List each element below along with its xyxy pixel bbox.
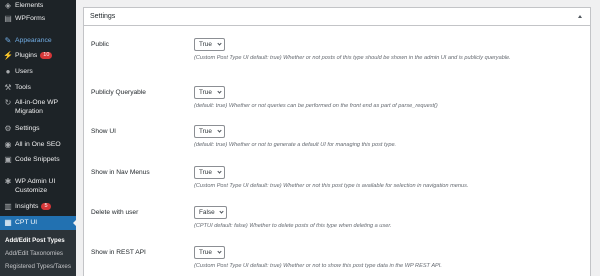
- sidebar-item-plugins[interactable]: ⚡ Plugins 10: [0, 51, 76, 61]
- collapse-arrow-icon[interactable]: [578, 15, 582, 18]
- chevron-down-icon: [217, 169, 222, 174]
- settings-icon: ⚙: [4, 124, 12, 133]
- sidebar-item-label: Tools: [15, 84, 31, 91]
- setting-description-show-in-rest-api: (Custom Post Type UI default: true) Whet…: [194, 263, 442, 269]
- sidebar-item-appearance[interactable]: ✎ Appearance: [0, 36, 76, 46]
- user-icon: ●: [5, 67, 11, 76]
- chevron-down-icon: [219, 209, 224, 214]
- setting-label-show-in-rest-api: Show in REST API: [91, 249, 146, 256]
- seo-icon: ◉: [4, 140, 12, 149]
- submenu-add-edit-taxonomies[interactable]: Add/Edit Taxonomies: [5, 250, 63, 257]
- cptui-submenu: Add/Edit Post Types Add/Edit Taxonomies …: [0, 230, 76, 276]
- setting-label-show-in-nav-menus: Show in Nav Menus: [91, 169, 150, 176]
- settings-panel: Settings Public True (Custom Post Type U…: [83, 7, 591, 276]
- insights-icon: ▥: [4, 202, 12, 211]
- sidebar-item-settings[interactable]: ⚙ Settings: [0, 124, 76, 134]
- chevron-down-icon: [217, 249, 222, 254]
- sidebar-item-label: Plugins: [15, 52, 38, 59]
- sidebar-item-elements[interactable]: ◈ Elements: [0, 1, 76, 11]
- setting-label-delete-with-user: Delete with user: [91, 209, 139, 216]
- select-value: True: [199, 249, 212, 256]
- setting-description-delete-with-user: (CPTUI default: false) Whether to delete…: [194, 223, 392, 229]
- admin-sidebar: ◈ Elements ▤ WPForms ✎ Appearance ⚡ Plug…: [0, 0, 76, 276]
- sidebar-item-tools[interactable]: ⚒ Tools: [0, 83, 76, 93]
- sidebar-item-label: Elements: [15, 2, 44, 9]
- select-publicly-queryable[interactable]: True: [194, 86, 225, 99]
- submenu-add-edit-post-types[interactable]: Add/Edit Post Types: [5, 237, 65, 244]
- code-icon: ▣: [4, 155, 12, 164]
- sidebar-item-cpt-ui[interactable]: ▦ CPT UI: [0, 218, 76, 228]
- select-value: True: [199, 128, 212, 135]
- setting-description-publicly-queryable: (default: true) Whether or not queries c…: [194, 103, 438, 109]
- setting-description-public: (Custom Post Type UI default: true) Whet…: [194, 55, 511, 61]
- sidebar-item-code-snippets[interactable]: ▣ Code Snippets: [0, 155, 76, 165]
- sidebar-item-label-line2: Customize: [15, 187, 48, 194]
- migration-icon: ↻: [4, 98, 12, 107]
- setting-label-show-ui: Show UI: [91, 128, 116, 135]
- update-count-badge: 10: [40, 52, 53, 59]
- elements-icon: ◈: [4, 1, 12, 10]
- submenu-registered-types[interactable]: Registered Types/Taxes: [5, 263, 71, 270]
- select-show-in-nav-menus[interactable]: True: [194, 166, 225, 179]
- sidebar-item-label: Appearance: [15, 37, 52, 44]
- select-value: False: [199, 209, 215, 216]
- sidebar-item-label-line2: Migration: [15, 108, 43, 115]
- sidebar-item-label: Settings: [15, 125, 40, 132]
- select-value: True: [199, 169, 212, 176]
- setting-label-publicly-queryable: Publicly Queryable: [91, 89, 146, 96]
- sidebar-item-label: WP Admin UI: [15, 178, 56, 185]
- plug-icon: ⚡: [3, 51, 13, 60]
- select-value: True: [199, 89, 212, 96]
- paintbrush-icon: ✎: [4, 36, 12, 45]
- sidebar-item-users[interactable]: ● Users: [0, 67, 76, 77]
- sidebar-item-label: All-in-One WP: [15, 99, 59, 106]
- sidebar-item-insights[interactable]: ▥ Insights 5: [0, 202, 76, 212]
- setting-label-public: Public: [91, 41, 109, 48]
- sidebar-item-label: All in One SEO: [15, 141, 61, 148]
- wpforms-icon: ▤: [4, 14, 12, 23]
- sidebar-item-migration[interactable]: ↻ All-in-One WP Migration: [0, 98, 76, 118]
- sidebar-item-label: WPForms: [15, 15, 46, 22]
- select-public[interactable]: True: [194, 38, 225, 51]
- sidebar-item-wpforms[interactable]: ▤ WPForms: [0, 14, 76, 24]
- wrench-icon: ⚒: [4, 83, 12, 92]
- setting-description-show-in-nav-menus: (Custom Post Type UI default: true) Whet…: [194, 183, 469, 189]
- select-show-in-rest-api[interactable]: True: [194, 246, 225, 259]
- sidebar-item-admin-ui[interactable]: ✱ WP Admin UI Customize: [0, 177, 76, 197]
- sidebar-item-label: Users: [15, 68, 33, 75]
- chevron-down-icon: [217, 41, 222, 46]
- panel-title: Settings: [90, 13, 116, 20]
- panel-header[interactable]: Settings: [84, 8, 590, 26]
- select-delete-with-user[interactable]: False: [194, 206, 227, 219]
- sidebar-item-seo[interactable]: ◉ All in One SEO: [0, 140, 76, 150]
- sidebar-item-label: Insights: [15, 203, 39, 210]
- sidebar-item-label: CPT UI: [15, 219, 38, 226]
- customize-icon: ✱: [4, 177, 12, 186]
- sidebar-item-label: Code Snippets: [15, 156, 60, 163]
- insights-count-badge: 5: [41, 203, 51, 210]
- chevron-down-icon: [217, 128, 222, 133]
- cptui-icon: ▦: [4, 218, 12, 227]
- setting-description-show-ui: (default: true) Whether or not to genera…: [194, 142, 397, 148]
- select-value: True: [199, 41, 212, 48]
- chevron-down-icon: [217, 89, 222, 94]
- select-show-ui[interactable]: True: [194, 125, 225, 138]
